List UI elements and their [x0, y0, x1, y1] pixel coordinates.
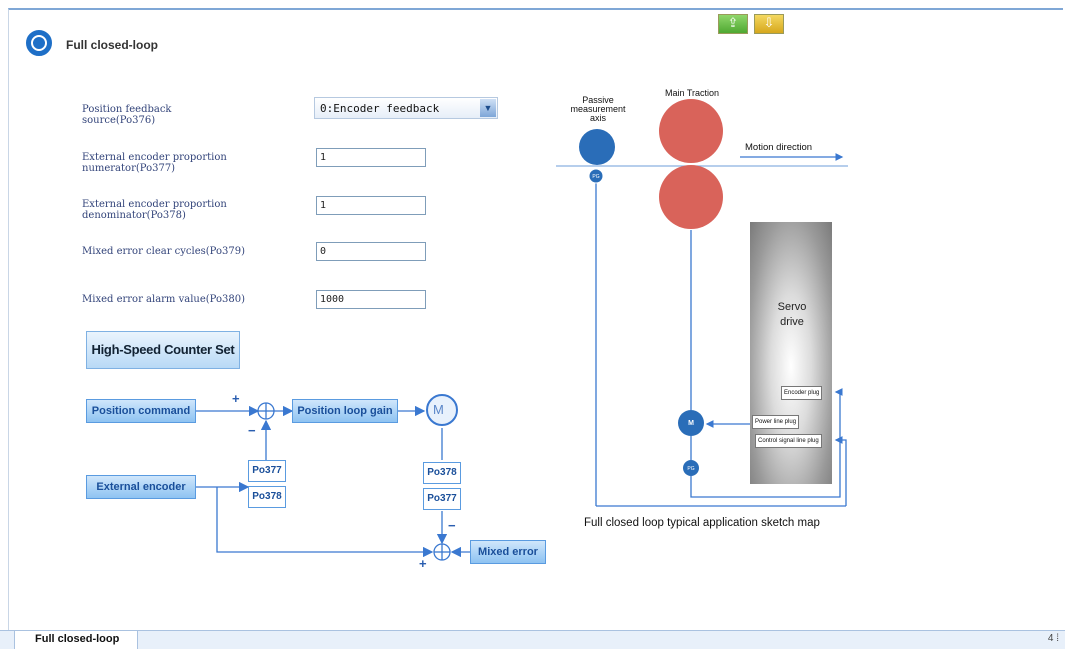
po378-block: Po378 [248, 486, 286, 508]
passive-axis-label: Passive measurement axis [570, 95, 626, 123]
main-traction-label: Main Traction [664, 88, 720, 98]
encoder-plug-label: Encoder plug [781, 386, 823, 400]
tab-bar: Full closed-loop [0, 630, 1065, 649]
position-command-block: Position command [86, 399, 196, 423]
minus-sign-right: − [448, 518, 456, 533]
po377-block: Po377 [248, 460, 286, 482]
motion-direction-label: Motion direction [745, 142, 813, 153]
control-plug-label: Control signal line plug [755, 434, 822, 448]
tab-full-closed-loop[interactable]: Full closed-loop [14, 631, 138, 649]
po378-block-right: Po378 [423, 462, 461, 484]
servo-drive-label: Servo drive [777, 301, 807, 328]
motor-symbol-label: M [433, 402, 444, 417]
po377-block-right: Po377 [423, 488, 461, 510]
mixed-error-block: Mixed error [470, 540, 546, 564]
sketch-caption: Full closed loop typical application ske… [584, 517, 820, 529]
pg-encoder-top-label: PG [592, 174, 600, 180]
position-loop-gain-block: Position loop gain [292, 399, 398, 423]
external-encoder-block: External encoder [86, 475, 196, 499]
sketch-motor-label: M [688, 420, 694, 427]
pg-encoder-bottom-label: PG [687, 466, 695, 472]
minus-sign: − [248, 423, 256, 438]
plus-sign-bottom: + [419, 556, 427, 571]
plus-sign: + [232, 391, 240, 406]
page-indicator: 4 ⁞ [1047, 633, 1059, 644]
power-plug-label: Power line plug [752, 415, 800, 429]
